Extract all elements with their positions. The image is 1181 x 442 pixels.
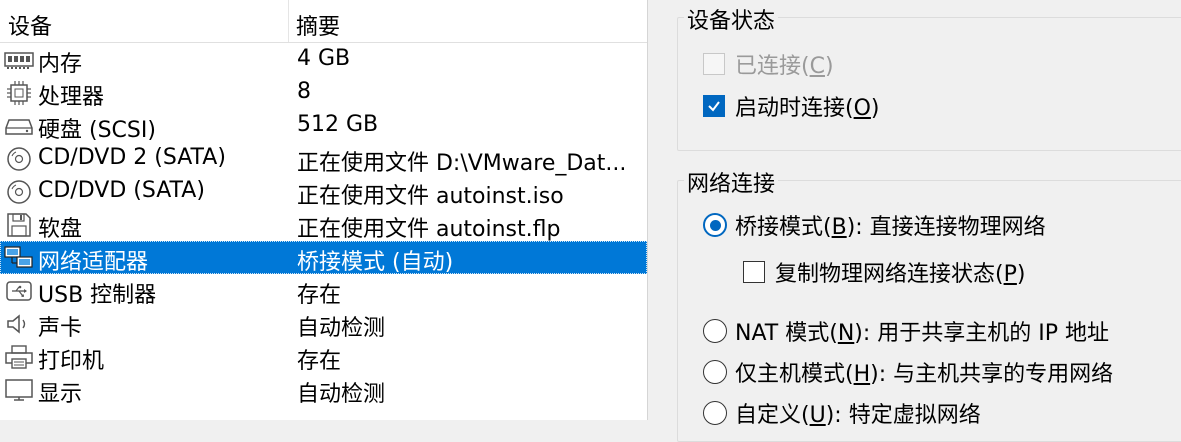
device-summary: 512 GB — [297, 112, 379, 137]
custom-network-radio[interactable]: 自定义(U): 特定虚拟网络 — [703, 397, 981, 429]
device-row-sound-card[interactable]: 声卡 自动检测 — [0, 307, 647, 341]
device-name: USB 控制器 — [38, 283, 157, 308]
device-name: 打印机 — [38, 349, 105, 374]
connect-on-start-checkbox[interactable]: 启动时连接(O) — [703, 90, 880, 122]
checkbox-box[interactable] — [743, 261, 765, 283]
replicate-physical-state-label: 复制物理网络连接状态(P) — [775, 262, 1026, 287]
device-row-usb-controller[interactable]: USB 控制器 存在 — [0, 274, 647, 308]
device-summary: 正在使用文件 autoinst.flp — [297, 217, 561, 242]
device-name: CD/DVD (SATA) — [38, 178, 205, 203]
connected-checkbox[interactable]: 已连接(C) — [703, 48, 834, 80]
device-summary: 存在 — [297, 283, 342, 308]
radio-circle[interactable] — [703, 401, 727, 425]
nat-mode-radio[interactable]: NAT 模式(N): 用于共享主机的 IP 地址 — [703, 315, 1109, 347]
floppy-icon — [4, 213, 34, 237]
device-row-printer[interactable]: 打印机 存在 — [0, 340, 647, 374]
checkmark-icon — [708, 101, 720, 112]
network-connection-title: 网络连接 — [684, 166, 779, 198]
device-row-network-adapter[interactable]: 网络适配器 桥接模式 (自动) — [0, 241, 647, 275]
device-summary: 桥接模式 (自动) — [297, 250, 454, 275]
device-status-title: 设备状态 — [684, 3, 779, 35]
radio-circle[interactable] — [703, 360, 727, 384]
display-icon — [4, 378, 34, 402]
device-row-cd-dvd-2[interactable]: CD/DVD 2 (SATA) 正在使用文件 D:\VMware_Dat... — [0, 142, 647, 176]
replicate-physical-state-checkbox[interactable]: 复制物理网络连接状态(P) — [743, 256, 1025, 288]
hard-disk-icon — [4, 114, 34, 138]
device-summary: 自动检测 — [297, 382, 386, 407]
device-row-hard-disk[interactable]: 硬盘 (SCSI) 512 GB — [0, 109, 647, 143]
usb-icon — [4, 279, 34, 303]
processor-icon — [4, 81, 34, 105]
device-summary: 4 GB — [297, 46, 351, 71]
device-row-cd-dvd[interactable]: CD/DVD (SATA) 正在使用文件 autoinst.iso — [0, 175, 647, 209]
sound-icon — [4, 312, 34, 336]
device-row-memory[interactable]: 内存 4 GB — [0, 43, 647, 77]
device-list-header: 设备 摘要 — [0, 0, 647, 43]
device-name: 声卡 — [38, 316, 83, 341]
bridged-mode-label: 桥接模式(B): 直接连接物理网络 — [735, 215, 1046, 240]
memory-icon — [4, 48, 34, 72]
device-row-floppy[interactable]: 软盘 正在使用文件 autoinst.flp — [0, 208, 647, 242]
device-summary: 8 — [297, 79, 311, 104]
checkbox-box[interactable] — [703, 53, 725, 75]
radio-circle[interactable] — [703, 319, 727, 343]
device-summary: 正在使用文件 autoinst.iso — [297, 184, 564, 209]
network-adapter-icon — [4, 246, 34, 270]
device-summary: 自动检测 — [297, 316, 386, 341]
device-row-display[interactable]: 显示 自动检测 — [0, 373, 647, 407]
cd-dvd-icon — [4, 147, 34, 171]
header-separator[interactable] — [288, 0, 289, 42]
device-name: 硬盘 (SCSI) — [38, 118, 156, 143]
radio-circle[interactable] — [703, 213, 727, 237]
connect-on-start-label: 启动时连接(O) — [735, 96, 880, 121]
device-name: 显示 — [38, 382, 83, 407]
device-summary: 正在使用文件 D:\VMware_Dat... — [297, 151, 627, 176]
printer-icon — [4, 345, 34, 369]
device-name: 内存 — [38, 52, 83, 77]
device-name: CD/DVD 2 (SATA) — [38, 145, 226, 170]
summary-column-header[interactable]: 摘要 — [296, 9, 340, 41]
device-column-header[interactable]: 设备 — [8, 9, 52, 41]
device-name: 软盘 — [38, 217, 83, 242]
nat-mode-label: NAT 模式(N): 用于共享主机的 IP 地址 — [735, 321, 1110, 346]
checkbox-box[interactable] — [703, 95, 725, 117]
host-only-mode-radio[interactable]: 仅主机模式(H): 与主机共享的专用网络 — [703, 356, 1113, 388]
custom-network-label: 自定义(U): 特定虚拟网络 — [735, 403, 981, 428]
bridged-mode-radio[interactable]: 桥接模式(B): 直接连接物理网络 — [703, 209, 1046, 241]
device-list-panel: 设备 摘要 内存 4 GB 处理器 8 硬盘 (SCSI) 512 GB CD/… — [0, 0, 648, 420]
host-only-mode-label: 仅主机模式(H): 与主机共享的专用网络 — [735, 362, 1114, 387]
device-name: 网络适配器 — [38, 250, 149, 275]
device-row-processor[interactable]: 处理器 8 — [0, 76, 647, 110]
cd-dvd-icon — [4, 180, 34, 204]
device-name: 处理器 — [38, 85, 105, 110]
device-status-group — [677, 17, 1181, 151]
connected-label: 已连接(C) — [735, 54, 834, 79]
device-summary: 存在 — [297, 349, 342, 374]
